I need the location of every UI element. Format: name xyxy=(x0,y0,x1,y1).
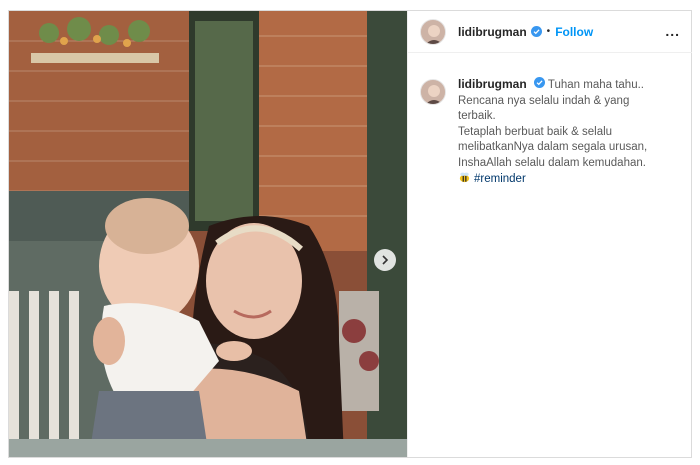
chevron-right-icon xyxy=(382,255,389,265)
post-photo[interactable] xyxy=(9,11,407,457)
verified-badge-icon xyxy=(533,77,545,88)
separator-dot: • xyxy=(546,26,551,37)
caption-line: InshaAllah selalu dalam kemudahan. xyxy=(458,156,646,169)
caption-line: Tetaplah berbuat baik & selalu xyxy=(458,125,613,138)
avatar[interactable] xyxy=(420,18,446,45)
hashtag-link[interactable]: #reminder xyxy=(474,173,526,185)
caption-first-line: Tuhan maha tahu.. xyxy=(547,79,644,91)
more-options-button[interactable]: ... xyxy=(665,23,680,39)
follow-button[interactable]: Follow xyxy=(555,25,593,39)
username-link[interactable]: lidibrugman xyxy=(458,25,527,39)
caption-line: terbaik. xyxy=(458,110,496,122)
caption-line: Rencana nya selalu indah & yang xyxy=(458,94,630,107)
verified-badge-icon xyxy=(530,26,542,37)
caption-avatar[interactable] xyxy=(420,79,446,105)
caption-username[interactable]: lidibrugman xyxy=(458,77,527,91)
post-header: lidibrugman • Follow ... xyxy=(408,11,692,53)
post-side-panel: lidibrugman • Follow ... lidibrugman Tuh… xyxy=(407,11,692,457)
caption-text: lidibrugman Tuhan maha tahu.. Rencana ny… xyxy=(458,77,678,188)
carousel-next-button[interactable] xyxy=(374,249,396,271)
post-frame: lidibrugman • Follow ... lidibrugman Tuh… xyxy=(8,10,692,458)
bee-emoji-icon xyxy=(459,172,470,183)
post-caption: lidibrugman Tuhan maha tahu.. Rencana ny… xyxy=(420,77,684,188)
photo-image xyxy=(9,11,407,457)
caption-line: melibatkanNya dalam segala urusan, xyxy=(458,141,648,153)
